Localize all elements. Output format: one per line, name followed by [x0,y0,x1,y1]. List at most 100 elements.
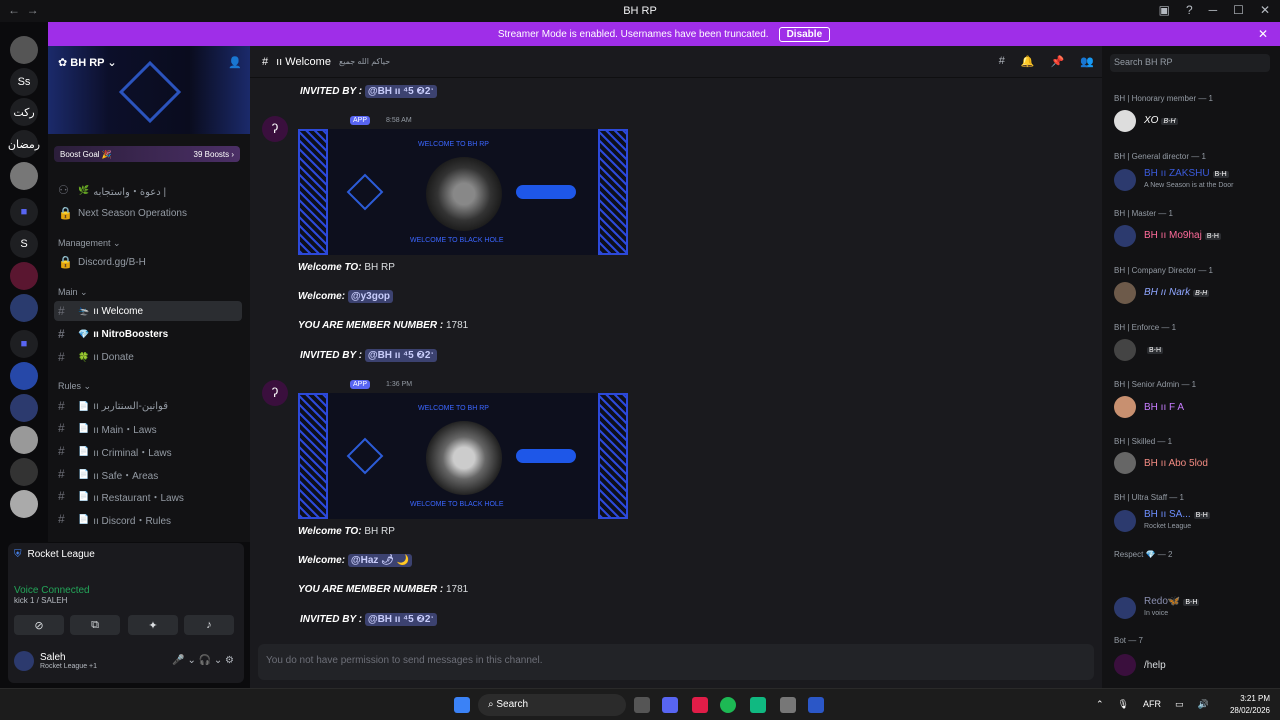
invite-icon[interactable]: 👤 [228,56,242,69]
camera-off-button[interactable]: ⊘ [14,615,64,635]
category-rules[interactable]: Rules ⌄ [58,381,91,392]
chevron-up-icon[interactable]: ⌃ [1096,699,1104,710]
mic-icon[interactable]: 🎙 [1118,699,1129,710]
channel-welcome[interactable]: # 🛬 ıı Welcome [54,301,242,321]
language-indicator[interactable]: AFR [1143,699,1161,710]
channel-restaurant-laws[interactable]: # 📄 ıı Restaurant・Laws [54,486,242,506]
channel-rules-ar[interactable]: # 📄 ıı قوانين-السنتاربر [54,396,242,416]
taskbar-search[interactable]: ⌕ Search [478,694,626,716]
maximize-button[interactable]: ☐ [1233,3,1244,17]
member-item[interactable]: BH ıı Nark B-H [1114,282,1210,304]
avatar [1114,282,1136,304]
settings-icon[interactable]: 🎤 ⌄ 🎧 ⌄ ⚙ [172,655,234,666]
pin-icon[interactable]: 📌 [1051,55,1065,68]
close-button[interactable]: ✕ [1260,3,1270,17]
server-icon[interactable] [10,490,38,518]
bell-icon[interactable]: 🔔 [1021,55,1035,68]
screen-share-button[interactable]: ⧉ [70,615,120,635]
app-icon[interactable] [780,697,796,713]
window-controls: ▣? ─ ☐ ✕ [1159,3,1270,17]
spotify-icon[interactable] [720,697,736,713]
server-icon[interactable] [10,262,38,290]
member-item[interactable]: BH ıı Abo 5lod [1114,452,1208,474]
avatar [1114,339,1136,361]
server-icon[interactable] [10,362,38,390]
server-icon[interactable] [10,458,38,486]
bot-avatar[interactable]: ʔ [262,380,288,406]
server-icon[interactable] [10,394,38,422]
message-time: 1:36 PM [386,381,413,388]
channel-safe-areas[interactable]: # 📄 ıı Safe・Areas [54,464,242,484]
app-icon[interactable] [692,697,708,713]
channel-topic[interactable]: حياكم الله جميع [339,57,390,66]
inbox-icon[interactable]: ▣ [1159,3,1170,17]
channel-donate[interactable]: # 🍀 ıı Donate [54,347,242,367]
server-icon[interactable]: رمضان [8,130,40,158]
activities-button[interactable]: ✦ [128,615,178,635]
member-item[interactable]: BH ıı ZAKSHU B-H A New Season is at the Do… [1114,168,1234,191]
server-icon[interactable]: S [10,230,38,258]
boost-goal[interactable]: Boost Goal 🎉 39 Boosts › [54,146,240,162]
user-panel: ⛨ Rocket League Voice Connected kick 1 / S… [8,543,244,683]
server-icon[interactable] [10,294,38,322]
server-header[interactable]: ✿ BH RP ⌄ 👤 [48,46,250,134]
channel-invite[interactable]: ⚇ 🌿 دعوة・واستجابه | [54,180,242,200]
message-input[interactable]: You do not have permission to send messa… [258,644,1094,680]
server-icon[interactable]: Ss [10,68,38,96]
folder-icon[interactable]: ■ [10,330,38,358]
server-icon[interactable] [10,162,38,190]
help-icon[interactable]: ? [1186,3,1193,17]
discord-icon[interactable] [662,697,678,713]
rocket-league-icon[interactable] [808,697,824,713]
window-title: BH RP [623,5,657,17]
soundboard-button[interactable]: ♪ [184,615,234,635]
windows-start-icon[interactable] [454,697,470,713]
member-number-line: YOU ARE MEMBER NUMBER : 1781 [298,320,469,331]
close-icon[interactable]: ✕ [1258,27,1268,41]
channel-criminal-laws[interactable]: # 📄 ıı Criminal・Laws [54,441,242,461]
invited-line: INVITED BY : @BH ıı ⁴5 ❷2ˑ [300,85,437,98]
channel-main-laws[interactable]: # 📄 ıı Main・Laws [54,418,242,438]
threads-icon[interactable]: # [999,55,1005,68]
server-icon[interactable] [10,36,38,64]
channel-discord-rules[interactable]: # 📄 ıı Discord・Rules [54,509,242,529]
minimize-button[interactable]: ─ [1209,3,1218,17]
activity-game[interactable]: ⛨ Rocket League [14,549,95,560]
channel-discord-link[interactable]: 🔒 Discord.gg/B-H [54,252,242,272]
channel-nitro[interactable]: # 💎 ıı NitroBoosters [54,324,242,344]
welcome-image[interactable]: WELCOME TO BH RP WELCOME TO BLACK HOLE [298,393,628,519]
category-main[interactable]: Main ⌄ [58,287,88,298]
server-icon[interactable] [10,426,38,454]
member-item[interactable]: B-H [1114,339,1164,361]
bot-avatar[interactable]: ʔ [262,116,288,142]
server-icon[interactable]: ركت [10,98,38,126]
member-item[interactable]: BH ıı Mo9haj B-H [1114,225,1221,247]
volume-icon[interactable]: 🔊 [1198,699,1209,710]
system-tray[interactable]: ⌃ 🎙 AFR ▭ 🔊 [1096,699,1209,710]
folder-icon[interactable]: ■ [10,198,38,226]
disable-button[interactable]: Disable [778,26,831,42]
member-category: BH | Ultra Staff — 1 [1114,493,1184,502]
member-item[interactable]: /help [1114,654,1166,676]
member-item[interactable]: XO B-H [1114,110,1178,132]
member-item[interactable]: Redo🦋 B-H In voice [1114,596,1200,619]
welcome-image[interactable]: WELCOME TO BH RP WELCOME TO BLACK HOLE [298,129,628,255]
clock[interactable]: 3:21 PM 28/02/2026 [1230,693,1270,717]
search-input[interactable]: Search BH RP [1110,54,1270,72]
voice-status[interactable]: Voice Connected kick 1 / SALEH [14,585,90,605]
user-info[interactable]: Saleh Rocket League +1 [14,651,97,671]
streamer-mode-banner: Streamer Mode is enabled. Usernames have… [48,22,1280,46]
member-category: BH | Honorary member — 1 [1114,94,1213,103]
network-icon[interactable]: ▭ [1175,699,1184,710]
task-view-icon[interactable] [634,697,650,713]
member-item[interactable]: BH ıı F A [1114,396,1184,418]
members-icon[interactable]: 👥 [1080,55,1094,68]
app-icon[interactable] [750,697,766,713]
member-item[interactable]: BH ıı SA... B-H Rocket League [1114,509,1210,532]
server-name[interactable]: ✿ BH RP ⌄ [58,56,117,69]
member-category: BH | Senior Admin — 1 [1114,380,1197,389]
avatar [1114,452,1136,474]
avatar [14,651,34,671]
category-management[interactable]: Management ⌄ [58,238,121,249]
channel-next-season[interactable]: 🔒 Next Season Operations [54,203,242,223]
